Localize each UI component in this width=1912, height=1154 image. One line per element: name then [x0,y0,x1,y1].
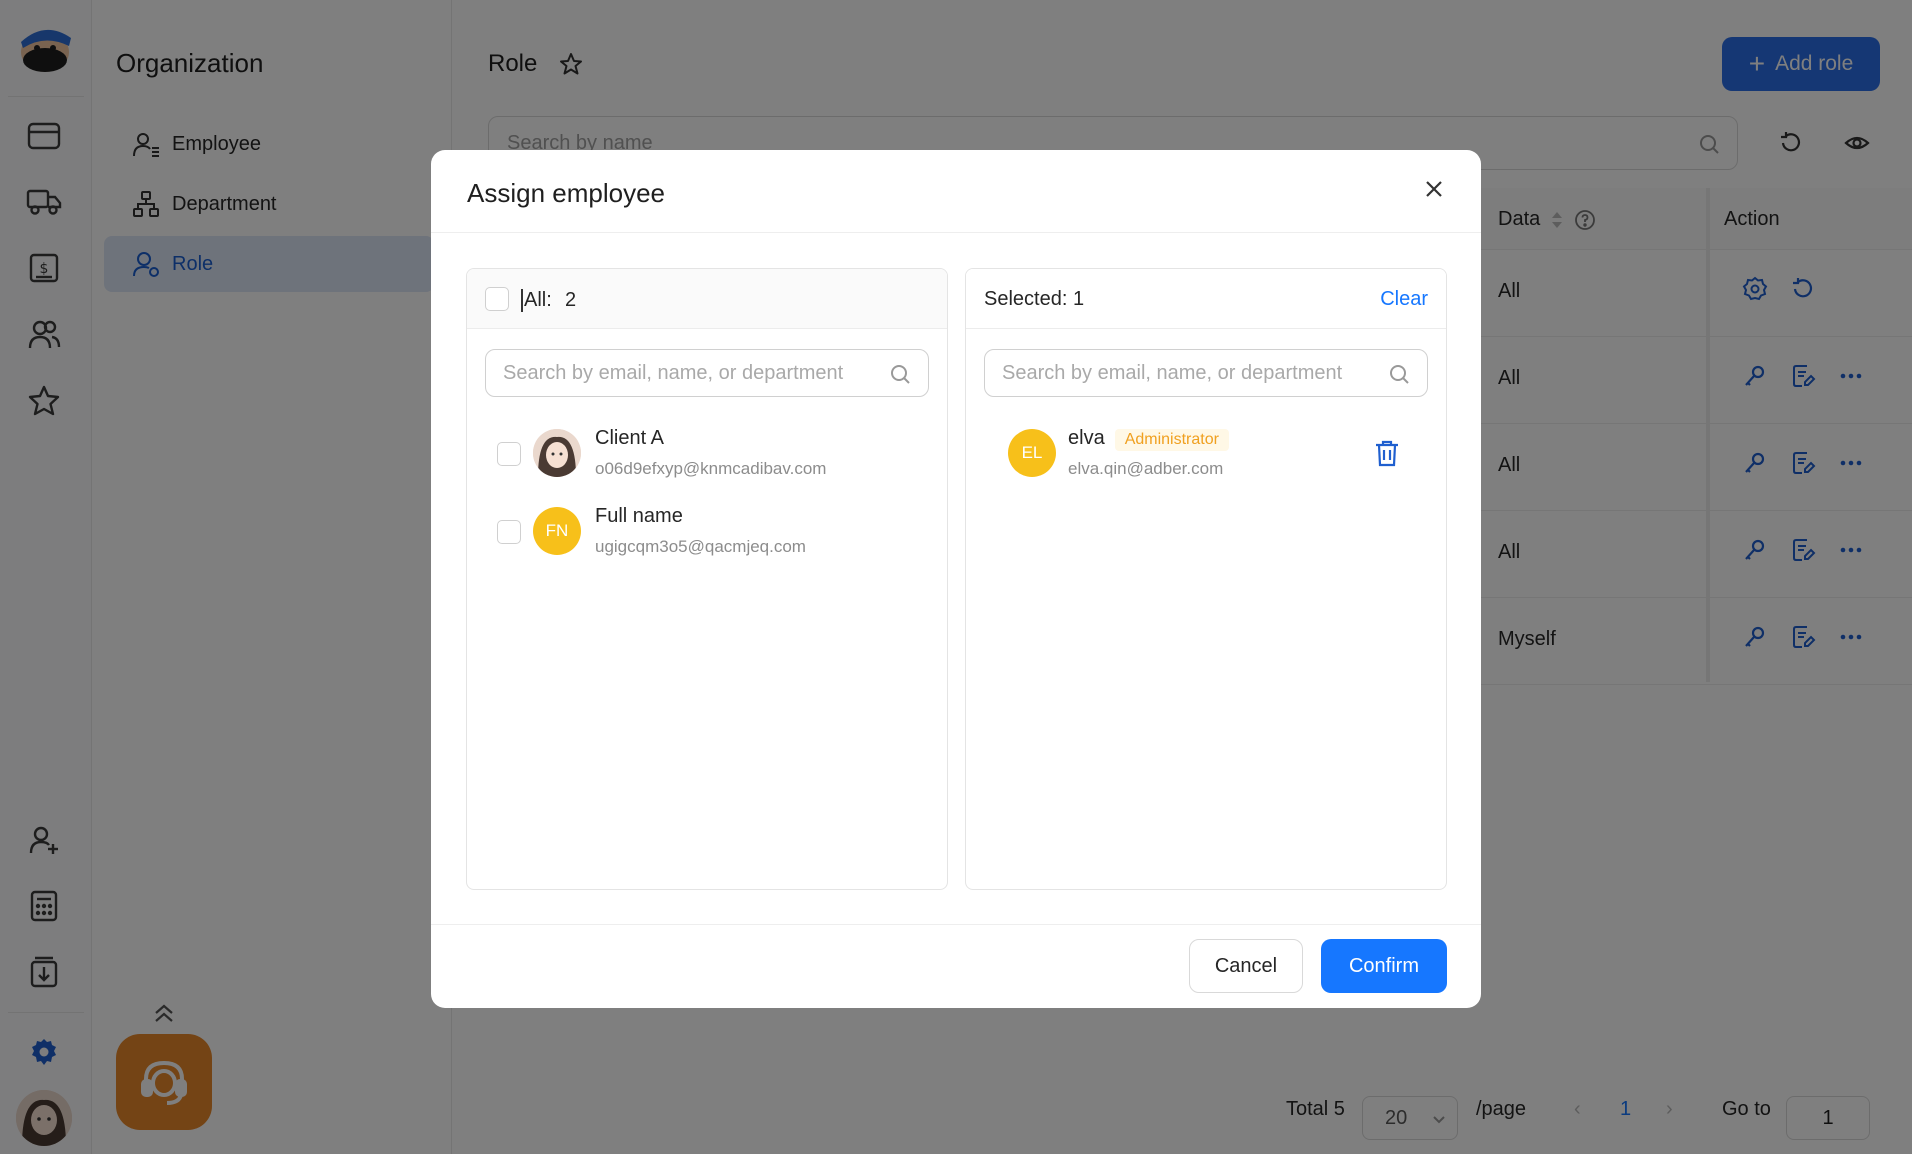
selected-employees-panel: Selected: 1 Clear Search by email, name,… [965,268,1447,890]
cancel-button[interactable]: Cancel [1189,939,1303,993]
employee-avatar: EL [1008,429,1056,477]
panel-header: All: 2 [467,269,947,329]
employee-avatar: FN [533,507,581,555]
available-employees-panel: All: 2 Search by email, name, or departm… [466,268,948,890]
list-item[interactable]: FN Full name ugigcqm3o5@qacmjeq.com [467,493,947,571]
employee-email: elva.qin@adber.com [1068,459,1224,478]
trash-icon[interactable] [1374,439,1400,472]
employee-checkbox[interactable] [497,520,521,544]
select-all-checkbox[interactable] [485,287,509,311]
right-search-input[interactable]: Search by email, name, or department [984,349,1428,397]
employee-name: Client A [595,427,664,449]
employee-avatar [533,429,581,477]
all-label: All: [521,289,552,312]
role-tag: Administrator [1114,429,1229,451]
assign-employee-modal: Assign employee All: 2 Search by email, … [431,150,1481,1008]
list-item[interactable]: Client A o06d9efxyp@knmcadibav.com [467,415,947,493]
employee-checkbox[interactable] [497,442,521,466]
employee-name: elva [1068,427,1105,449]
employee-name-row: elva Administrator [1068,427,1229,451]
left-search-input[interactable]: Search by email, name, or department [485,349,929,397]
list-item: EL elva Administrator elva.qin@adber.com [966,415,1446,493]
clear-button[interactable]: Clear [1380,288,1428,311]
employee-name: Full name [595,505,683,527]
modal-title: Assign employee [467,178,665,208]
modal-footer-divider [431,924,1481,925]
confirm-button[interactable]: Confirm [1321,939,1447,993]
all-count: 2 [565,289,577,311]
employee-email: o06d9efxyp@knmcadibav.com [595,459,827,478]
panel-header: Selected: 1 Clear [966,269,1446,329]
right-search-placeholder: Search by email, name, or department [1002,361,1343,384]
selected-count: Selected: 1 [984,288,1085,310]
close-icon[interactable] [1419,174,1449,204]
left-search-placeholder: Search by email, name, or department [503,361,844,384]
modal-divider [431,232,1481,233]
search-icon [891,365,910,384]
search-icon [1390,365,1409,384]
employee-email: ugigcqm3o5@qacmjeq.com [595,537,806,556]
